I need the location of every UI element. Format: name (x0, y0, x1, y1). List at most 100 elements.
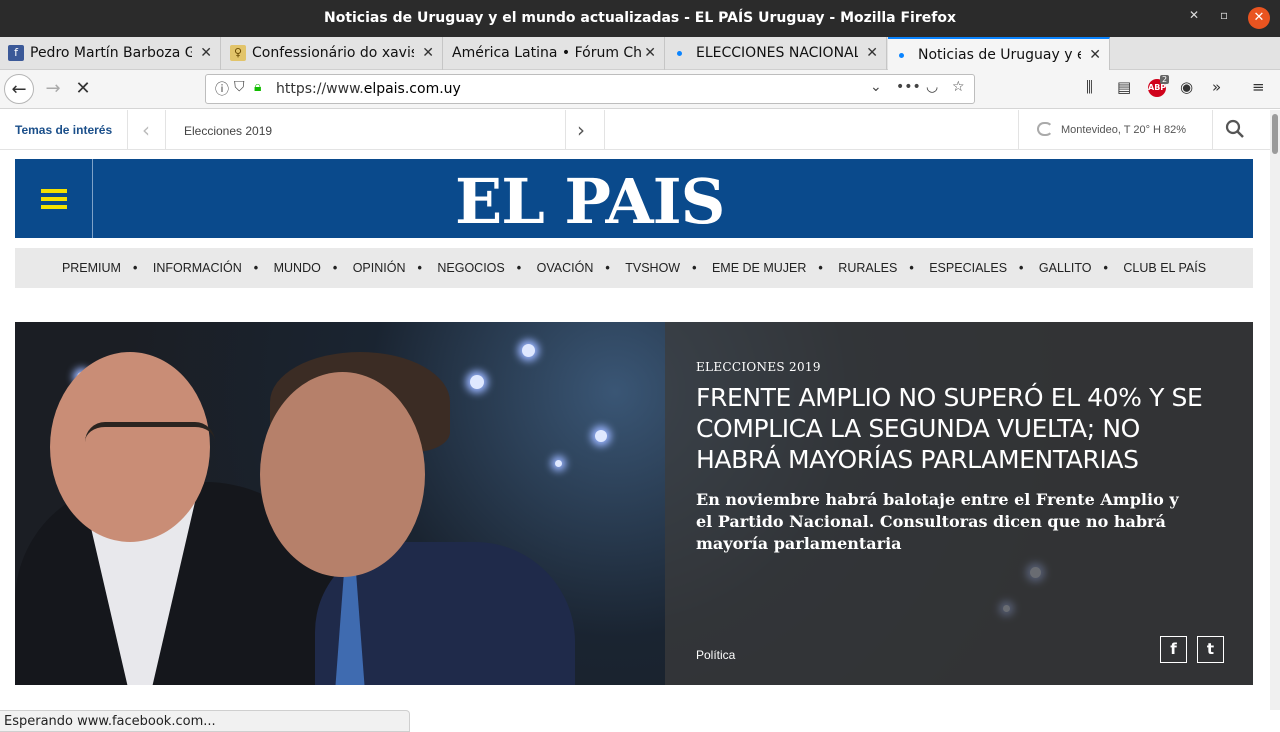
url-bar[interactable]: ⓘ ⛉ 🔒︎ https://www.elpais.com.uy ⌄ ••• ◡… (205, 74, 975, 104)
stage-light (470, 375, 484, 389)
maximize-icon[interactable]: ▫ (1220, 8, 1228, 22)
hero-summary[interactable]: En noviembre habrá balotaje entre el Fre… (696, 489, 1196, 555)
hero-headline[interactable]: FRENTE AMPLIO NO SUPERÓ EL 40% Y SE COMP… (696, 382, 1216, 475)
hamburger-bar (41, 189, 67, 193)
url-prefix: https://www. (276, 81, 364, 97)
adblock-count-badge: 2 (1160, 75, 1170, 84)
navigation-toolbar: ← → ✕ ⓘ ⛉ 🔒︎ https://www.elpais.com.uy ⌄… (0, 70, 1280, 109)
scrollbar-thumb[interactable] (1272, 114, 1278, 154)
tab-elecciones[interactable]: ELECCIONES NACIONALES ✕ (666, 37, 887, 70)
nav-ovacion[interactable]: OVACIÓN (531, 248, 600, 288)
menu-button[interactable] (15, 159, 93, 238)
facebook-share-icon[interactable]: f (1160, 636, 1187, 663)
weather-widget: Montevideo, T 20° H 82% (1037, 122, 1186, 136)
back-icon[interactable]: ← (4, 74, 34, 104)
facebook-icon: f (8, 45, 24, 61)
person-right-head (260, 372, 425, 577)
site-logo[interactable]: EL PAIS (455, 165, 725, 238)
topics-label[interactable]: Temas de interés (15, 123, 112, 137)
nav-tvshow[interactable]: TVSHOW (619, 248, 686, 288)
tab-america-latina[interactable]: América Latina • Fórum Cha ✕ (444, 37, 665, 70)
nav-gallito[interactable]: GALLITO (1033, 248, 1098, 288)
pocket-icon[interactable]: ◡ (926, 79, 938, 95)
nav-separator: • (909, 261, 914, 275)
url-text[interactable]: https://www.elpais.com.uy (276, 81, 461, 97)
nav-rurales[interactable]: RURALES (832, 248, 903, 288)
overflow-chevron-icon[interactable]: » (1212, 78, 1221, 96)
tab-close-icon[interactable]: ✕ (866, 37, 878, 69)
stop-loading-icon[interactable]: ✕ (68, 74, 98, 104)
stage-light (595, 430, 607, 442)
loading-dot-icon (677, 51, 682, 56)
library-icon[interactable]: ⫼ (1086, 78, 1093, 96)
hamburger-bar (41, 205, 67, 209)
chevron-left-icon[interactable]: ‹ (142, 118, 150, 142)
close-icon[interactable]: ✕ (1248, 7, 1270, 29)
nav-negocios[interactable]: NEGOCIOS (431, 248, 510, 288)
tab-close-icon[interactable]: ✕ (644, 37, 656, 69)
hero-kicker[interactable]: ELECCIONES 2019 (696, 360, 821, 374)
web-page: Temas de interés ‹ Elecciones 2019 › Mon… (0, 110, 1280, 732)
tab-strip: f Pedro Martín Barboza Go ✕ ♀ Confession… (0, 37, 1280, 102)
nav-informacion[interactable]: INFORMACIÓN (147, 248, 248, 288)
window-titlebar: Noticias de Uruguay y el mundo actualiza… (0, 0, 1280, 37)
nav-separator: • (692, 261, 697, 275)
section-nav: PREMIUM • INFORMACIÓN • MUNDO • OPINIÓN • NE… (15, 248, 1253, 288)
loading-dot-icon (899, 53, 904, 58)
divider (1018, 110, 1019, 150)
tab-close-icon[interactable]: ✕ (200, 37, 212, 69)
weather-icon (1037, 122, 1053, 136)
divider (165, 110, 166, 150)
window-title: Noticias de Uruguay y el mundo actualiza… (323, 10, 956, 26)
tab-label: Pedro Martín Barboza Go (30, 45, 192, 61)
nav-separator: • (1103, 261, 1108, 275)
nav-separator: • (332, 261, 338, 275)
tab-confessionario[interactable]: ♀ Confessionário do xavis ✕ (222, 37, 443, 70)
stage-light (555, 460, 562, 467)
search-icon[interactable] (1225, 119, 1245, 139)
divider (565, 110, 566, 150)
nav-separator: • (818, 261, 823, 275)
topics-strip: Temas de interés ‹ Elecciones 2019 › Mon… (0, 110, 1270, 150)
tracking-shield-icon[interactable]: ⛉ (234, 79, 245, 95)
nav-opinion[interactable]: OPINIÓN (347, 248, 412, 288)
chevron-down-icon[interactable]: ⌄ (870, 79, 882, 95)
page-actions-icon[interactable]: ••• (896, 79, 921, 95)
tab-facebook[interactable]: f Pedro Martín Barboza Go ✕ (0, 37, 221, 70)
hero-section-label[interactable]: Política (696, 648, 735, 662)
divider (1212, 110, 1213, 150)
nav-especiales[interactable]: ESPECIALES (923, 248, 1013, 288)
divider (127, 110, 128, 150)
hamburger-menu-icon[interactable]: ≡ (1252, 78, 1265, 96)
nav-club-el-pais[interactable]: CLUB EL PAÍS (1117, 248, 1212, 288)
tab-close-icon[interactable]: ✕ (1089, 39, 1101, 70)
twitter-share-icon[interactable]: t (1197, 636, 1224, 663)
weather-text: Montevideo, T 20° H 82% (1061, 124, 1187, 136)
nav-eme-de-mujer[interactable]: EME DE MUJER (706, 248, 812, 288)
lock-icon[interactable]: 🔒︎ (254, 79, 261, 95)
site-header: EL PAIS (15, 159, 1253, 238)
page-scrollbar[interactable] (1270, 110, 1280, 710)
hero-article[interactable]: ELECCIONES 2019 FRENTE AMPLIO NO SUPERÓ … (15, 322, 1253, 685)
sidebar-icon[interactable]: ▤ (1117, 78, 1131, 96)
tab-label: Confessionário do xavis (252, 45, 414, 61)
hamburger-bar (41, 197, 67, 201)
topic-link[interactable]: Elecciones 2019 (184, 124, 272, 138)
nav-separator: • (605, 261, 610, 275)
info-icon[interactable]: ⓘ (215, 79, 229, 99)
stage-light (522, 344, 535, 357)
minimize-icon[interactable]: ✕ (1189, 8, 1199, 22)
nav-mundo[interactable]: MUNDO (268, 248, 327, 288)
bookmark-star-icon[interactable]: ☆ (952, 79, 965, 95)
tab-noticias-active[interactable]: Noticias de Uruguay y el ✕ (888, 37, 1110, 70)
forward-icon[interactable]: → (38, 74, 68, 104)
nav-separator: • (132, 261, 138, 275)
nav-separator: • (417, 261, 422, 275)
tab-close-icon[interactable]: ✕ (422, 37, 434, 69)
account-icon[interactable]: ◉ (1180, 78, 1193, 96)
nav-premium[interactable]: PREMIUM (56, 248, 127, 288)
divider (604, 110, 605, 150)
status-bar: Esperando www.facebook.com... (0, 710, 410, 732)
person-left-glasses (85, 422, 215, 452)
chevron-right-icon[interactable]: › (577, 118, 585, 142)
